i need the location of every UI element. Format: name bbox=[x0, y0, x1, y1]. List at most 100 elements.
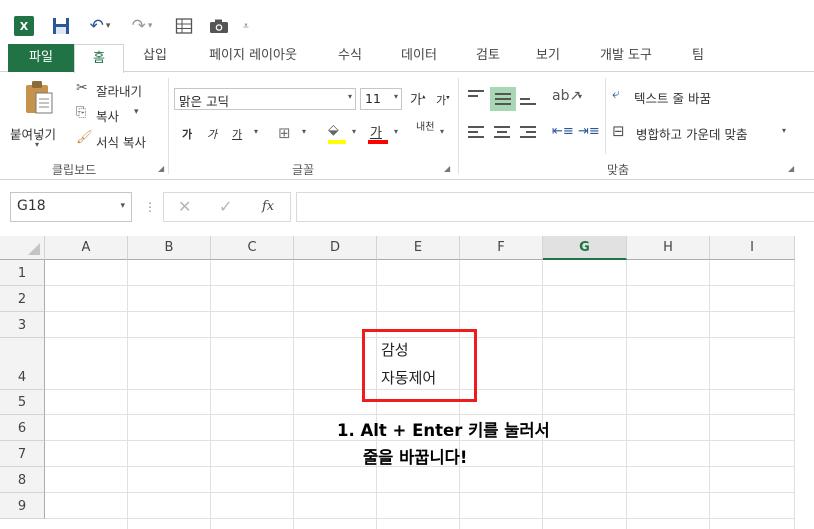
worksheet-grid: A B C D E F G H I 1 2 3 4 5 6 7 8 9 감성 자… bbox=[0, 236, 814, 529]
font-color-swatch bbox=[368, 140, 388, 144]
format-painter-label: 서식 복사 bbox=[96, 135, 146, 150]
gridline bbox=[127, 260, 128, 529]
cancel-icon[interactable]: ✕ bbox=[178, 197, 191, 216]
row-header-7[interactable]: 7 bbox=[0, 441, 45, 467]
more-dots-icon[interactable]: ⋮ bbox=[144, 200, 156, 214]
camera-icon[interactable] bbox=[208, 16, 230, 36]
underline-button[interactable]: 가 bbox=[232, 126, 242, 142]
italic-button[interactable]: 가 bbox=[207, 126, 217, 142]
border-icon[interactable]: ⊞ bbox=[278, 124, 291, 142]
fill-color-swatch bbox=[328, 140, 346, 144]
chevron-down-icon: ▾ bbox=[134, 107, 139, 117]
select-all-button[interactable] bbox=[0, 236, 45, 260]
align-left-icon[interactable] bbox=[468, 126, 484, 138]
column-header-e[interactable]: E bbox=[377, 236, 460, 260]
paintbrush-icon: 🖌 bbox=[76, 130, 93, 145]
group-divider bbox=[458, 78, 459, 174]
dialog-launcher-icon[interactable]: ◢ bbox=[158, 164, 164, 173]
select-all-triangle-icon bbox=[28, 243, 40, 255]
phonetic-button[interactable]: 내천 bbox=[416, 122, 434, 133]
chevron-down-icon: ▾ bbox=[120, 201, 125, 211]
align-right-icon[interactable] bbox=[520, 126, 536, 138]
chevron-down-icon: ▾ bbox=[302, 127, 307, 136]
cut-label: 잘라내기 bbox=[96, 84, 143, 99]
row-header-6[interactable]: 6 bbox=[0, 415, 45, 441]
column-header-b[interactable]: B bbox=[128, 236, 211, 260]
paste-button[interactable]: 붙여넣기 ▾ bbox=[8, 78, 68, 158]
tab-developer[interactable]: 개발 도구 bbox=[584, 40, 668, 72]
tab-insert[interactable]: 삽입 bbox=[130, 40, 180, 72]
quick-access-toolbar: X ↶ ▾ ↷ ▾ ⩡ bbox=[0, 0, 814, 40]
column-header-c[interactable]: C bbox=[211, 236, 294, 260]
annotation-line2: 줄을 바꿉니다! bbox=[363, 448, 468, 467]
bold-button[interactable]: 가 bbox=[182, 126, 192, 142]
chevron-down-icon: ▾ bbox=[578, 92, 583, 101]
chevron-down-icon: ▾ bbox=[782, 126, 787, 135]
font-name-select[interactable]: 맑은 고딕 ▾ bbox=[174, 88, 356, 110]
gridline bbox=[794, 260, 795, 529]
wrap-text-icon: ⤶ bbox=[612, 86, 620, 102]
tab-review[interactable]: 검토 bbox=[464, 40, 512, 72]
row-header-1[interactable]: 1 bbox=[0, 260, 45, 286]
copy-button[interactable]: ⎘ 복사 ▾ bbox=[76, 105, 160, 125]
column-header-h[interactable]: H bbox=[627, 236, 710, 260]
column-header-i[interactable]: I bbox=[710, 236, 795, 260]
decrease-indent-icon[interactable]: ⇤≡ bbox=[552, 124, 574, 139]
column-header-d[interactable]: D bbox=[294, 236, 377, 260]
tab-formulas[interactable]: 수식 bbox=[326, 40, 374, 72]
undo-icon[interactable]: ↶ ▾ bbox=[84, 16, 116, 36]
name-box[interactable]: G18 ▾ bbox=[10, 192, 132, 222]
row-header-9[interactable]: 9 bbox=[0, 493, 45, 519]
shrink-font-button[interactable]: 가▾ bbox=[436, 92, 450, 108]
font-color-button[interactable]: 가 bbox=[368, 122, 388, 146]
row-header-3[interactable]: 3 bbox=[0, 312, 45, 338]
gridline bbox=[626, 260, 627, 529]
middle-align-icon bbox=[495, 93, 511, 105]
group-divider bbox=[605, 78, 606, 154]
align-center-icon[interactable] bbox=[494, 126, 510, 138]
save-icon[interactable] bbox=[52, 16, 70, 36]
row-header-4[interactable]: 4 bbox=[0, 338, 45, 390]
increase-indent-icon[interactable]: ⇥≡ bbox=[578, 124, 600, 139]
form-icon[interactable] bbox=[174, 16, 194, 36]
tab-team[interactable]: 팀 bbox=[680, 40, 716, 72]
gridline bbox=[45, 414, 795, 415]
grow-font-button[interactable]: 가▴ bbox=[410, 89, 425, 108]
bottom-align-icon[interactable] bbox=[520, 98, 536, 110]
gridline bbox=[210, 260, 211, 529]
column-header-a[interactable]: A bbox=[45, 236, 128, 260]
row-header-5[interactable]: 5 bbox=[0, 390, 45, 415]
tab-home[interactable]: 홈 bbox=[74, 44, 124, 73]
orientation-icon[interactable]: ab↗ bbox=[552, 88, 581, 104]
column-header-g[interactable]: G bbox=[543, 236, 627, 260]
name-box-value: G18 bbox=[17, 198, 46, 214]
formula-input[interactable] bbox=[296, 192, 814, 222]
top-align-icon[interactable] bbox=[468, 90, 484, 102]
customize-toolbar-icon[interactable]: ⩡ bbox=[240, 16, 252, 36]
merge-center-button[interactable]: ⊟ 병합하고 가운데 맞춤 ▾ bbox=[612, 122, 792, 144]
chevron-down-icon: ▾ bbox=[393, 92, 398, 101]
tab-page-layout[interactable]: 페이지 레이아웃 bbox=[190, 40, 316, 72]
group-divider bbox=[168, 78, 169, 174]
column-header-f[interactable]: F bbox=[460, 236, 543, 260]
gridline bbox=[45, 285, 795, 286]
fill-color-button[interactable]: ⬙ bbox=[326, 122, 348, 146]
insert-function-button[interactable]: fx bbox=[262, 199, 274, 214]
formula-bar: G18 ▾ ⋮ ✕ ✓ fx bbox=[0, 180, 814, 236]
dialog-launcher-icon[interactable]: ◢ bbox=[788, 164, 794, 173]
enter-icon[interactable]: ✓ bbox=[219, 197, 232, 216]
font-size-select[interactable]: 11 ▾ bbox=[360, 88, 402, 110]
chevron-down-icon: ▾ bbox=[35, 140, 40, 149]
tab-data[interactable]: 데이터 bbox=[388, 40, 450, 72]
wrap-text-button[interactable]: ⤶ 텍스트 줄 바꿈 bbox=[612, 86, 742, 108]
redo-icon[interactable]: ↷ ▾ bbox=[128, 16, 156, 36]
gridline bbox=[542, 260, 543, 529]
row-header-2[interactable]: 2 bbox=[0, 286, 45, 312]
cut-button[interactable]: ✂ 잘라내기 bbox=[76, 80, 160, 100]
tab-file[interactable]: 파일 bbox=[8, 44, 74, 72]
copy-icon: ⎘ bbox=[76, 105, 87, 120]
row-header-8[interactable]: 8 bbox=[0, 467, 45, 493]
tab-view[interactable]: 보기 bbox=[524, 40, 572, 72]
dialog-launcher-icon[interactable]: ◢ bbox=[444, 164, 450, 173]
format-painter-button[interactable]: 🖌 서식 복사 bbox=[76, 130, 164, 150]
